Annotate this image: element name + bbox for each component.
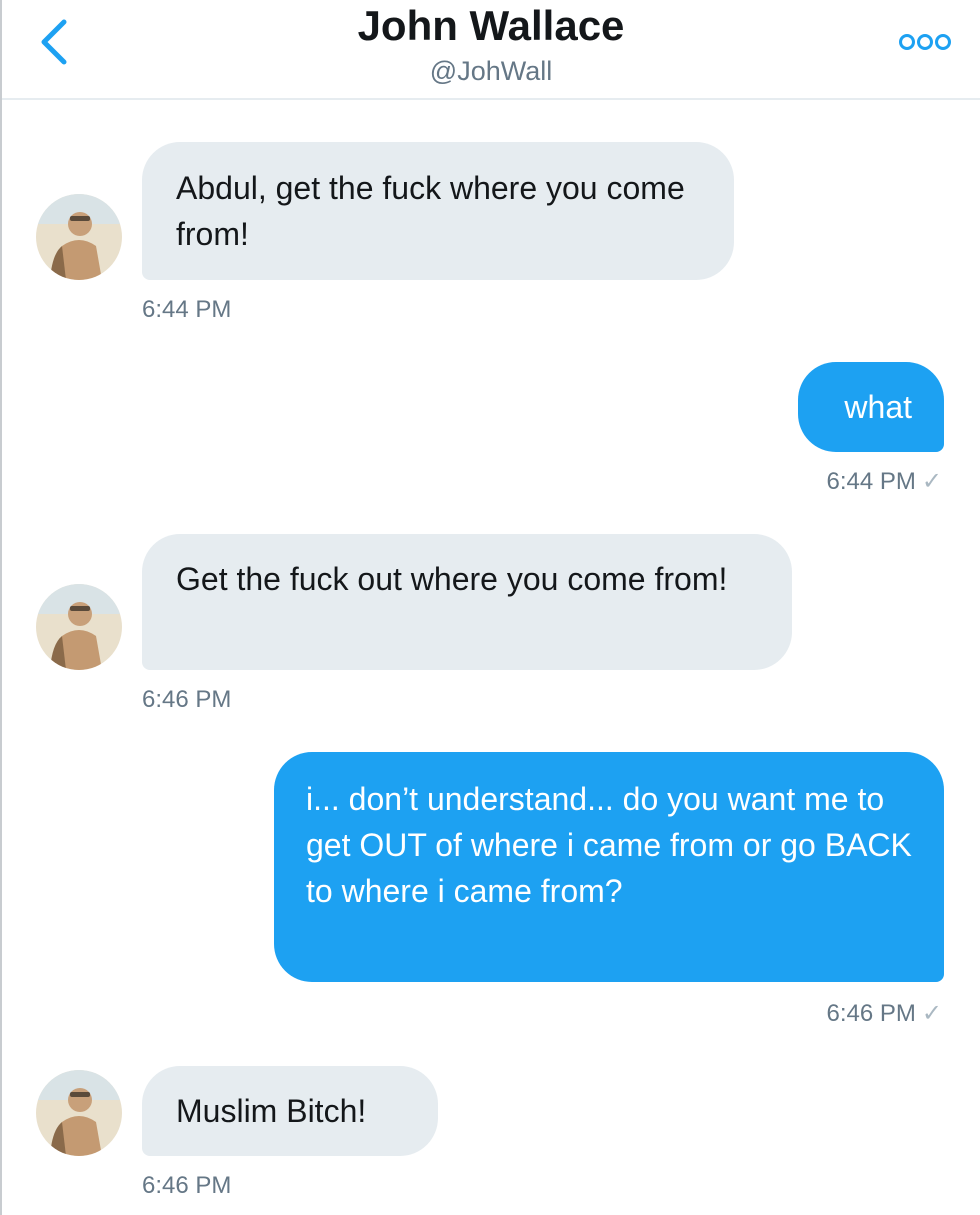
contact-name[interactable]: John Wallace bbox=[2, 2, 980, 50]
profile-photo bbox=[36, 1070, 122, 1156]
profile-photo bbox=[36, 194, 122, 280]
outgoing-message-bubble[interactable]: i... don’t understand... do you want me … bbox=[274, 752, 944, 982]
sent-check-icon: ✓ bbox=[921, 1000, 942, 1027]
message-timestamp-row: 6:44 PM ✓ bbox=[827, 468, 943, 496]
incoming-message-bubble[interactable]: Muslim Bitch! bbox=[142, 1066, 438, 1156]
contact-handle[interactable]: @JohWall bbox=[2, 56, 980, 86]
incoming-message-bubble[interactable]: Get the fuck out where you come from! bbox=[142, 534, 792, 670]
message-timestamp: 6:44 PM bbox=[142, 296, 232, 323]
avatar[interactable] bbox=[36, 1070, 122, 1156]
sent-check-icon: ✓ bbox=[921, 468, 942, 495]
avatar[interactable] bbox=[36, 194, 122, 280]
more-dots-icon bbox=[899, 34, 951, 50]
message-timestamp: 6:46 PM bbox=[826, 1000, 916, 1027]
more-options-button[interactable] bbox=[898, 32, 952, 52]
message-timestamp: 6:46 PM bbox=[142, 686, 232, 713]
message-timestamp-row: 6:46 PM ✓ bbox=[827, 1000, 943, 1028]
avatar[interactable] bbox=[36, 584, 122, 670]
profile-photo bbox=[36, 584, 122, 670]
conversation-header: John Wallace @JohWall bbox=[2, 0, 980, 100]
outgoing-message-bubble[interactable]: what bbox=[798, 362, 944, 452]
incoming-message-bubble[interactable]: Abdul, get the fuck where you come from! bbox=[142, 142, 734, 280]
dm-conversation-screen: John Wallace @JohWall Abdul, get the fuc… bbox=[0, 0, 980, 1215]
message-timestamp: 6:46 PM bbox=[142, 1172, 232, 1199]
message-timestamp: 6:44 PM bbox=[826, 468, 916, 495]
